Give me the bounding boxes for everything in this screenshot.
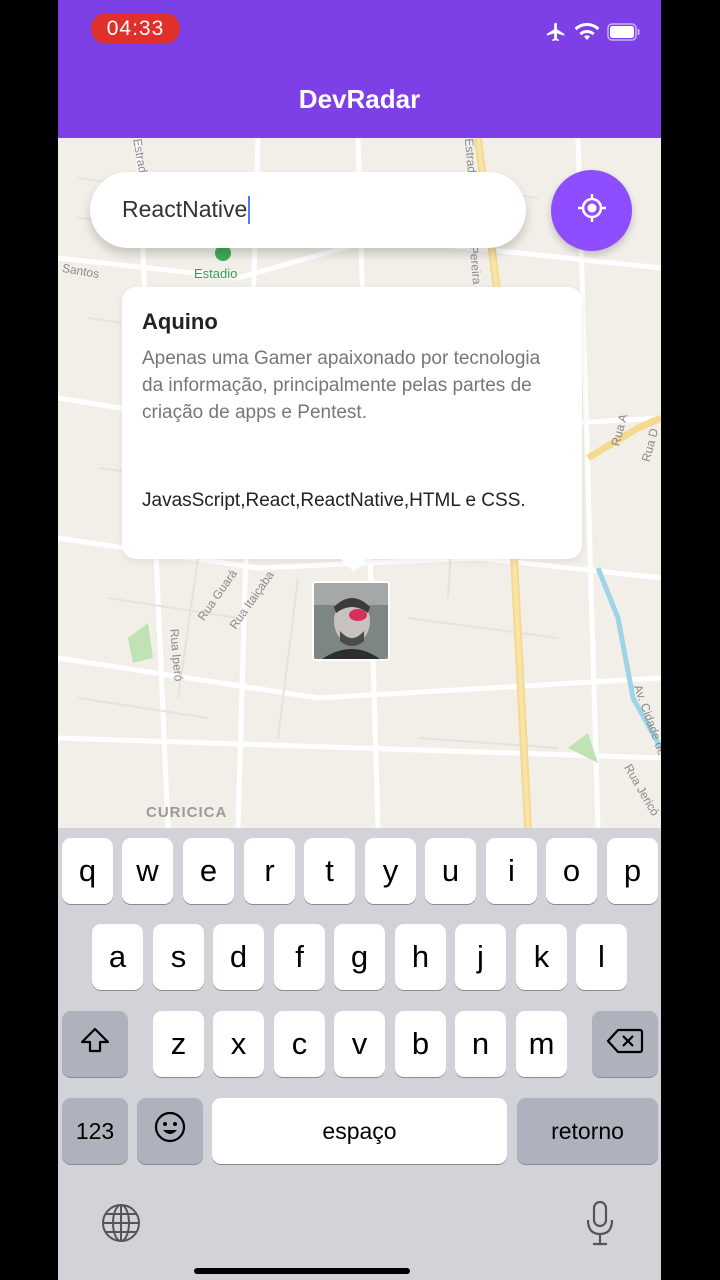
avatar: [314, 583, 388, 659]
globe-button[interactable]: [98, 1202, 144, 1248]
key-v[interactable]: v: [334, 1011, 385, 1077]
map-label-curicica: CURICICA: [146, 804, 228, 821]
globe-icon: [100, 1202, 142, 1249]
status-icons: [545, 20, 641, 48]
locate-button[interactable]: [551, 170, 632, 251]
key-m[interactable]: m: [516, 1011, 567, 1077]
key-a[interactable]: a: [92, 924, 143, 990]
key-n[interactable]: n: [455, 1011, 506, 1077]
key-w[interactable]: w: [122, 838, 173, 904]
key-h[interactable]: h: [395, 924, 446, 990]
battery-icon: [607, 22, 641, 46]
dev-bio: Apenas uma Gamer apaixonado por tecnolog…: [142, 348, 541, 423]
shift-key[interactable]: [62, 1011, 128, 1077]
locate-icon: [576, 192, 608, 229]
dev-name: Aquino: [142, 309, 218, 334]
callout-pointer: [340, 558, 368, 572]
key-g[interactable]: g: [334, 924, 385, 990]
key-c[interactable]: c: [274, 1011, 325, 1077]
emoji-key[interactable]: [137, 1098, 203, 1164]
key-y[interactable]: y: [365, 838, 416, 904]
key-s[interactable]: s: [153, 924, 204, 990]
app-header: 04:33 DevRadar: [58, 0, 661, 138]
search-input[interactable]: ReactNative: [90, 172, 526, 248]
microphone-icon: [585, 1200, 615, 1251]
text-caret: [248, 196, 251, 225]
key-t[interactable]: t: [304, 838, 355, 904]
page-title: DevRadar: [298, 84, 421, 114]
key-b[interactable]: b: [395, 1011, 446, 1077]
dev-techs: JavasScript,React,ReactNative,HTML e CSS…: [142, 490, 526, 511]
backspace-key[interactable]: [592, 1011, 658, 1077]
key-l[interactable]: l: [576, 924, 627, 990]
key-d[interactable]: d: [213, 924, 264, 990]
wifi-icon: [574, 22, 600, 47]
key-k[interactable]: k: [516, 924, 567, 990]
key-f[interactable]: f: [274, 924, 325, 990]
search-input-value[interactable]: ReactNative: [122, 196, 251, 225]
keyboard: q w e r t y u i o p a s d f g h j k l z …: [58, 828, 661, 1280]
phone-screen: Santos Estadio CURICICA Rua Guará Rua It…: [58, 0, 661, 1280]
return-key[interactable]: retorno: [517, 1098, 658, 1164]
map-label-estadio: Estadio: [194, 266, 238, 281]
key-z[interactable]: z: [153, 1011, 204, 1077]
backspace-icon: [606, 1026, 644, 1062]
key-q[interactable]: q: [62, 838, 113, 904]
airplane-icon: [545, 21, 567, 48]
key-i[interactable]: i: [486, 838, 537, 904]
space-key[interactable]: espaço: [212, 1098, 507, 1164]
numbers-key[interactable]: 123: [62, 1098, 128, 1164]
key-u[interactable]: u: [425, 838, 476, 904]
key-p[interactable]: p: [607, 838, 658, 904]
emoji-icon: [153, 1110, 187, 1152]
key-r[interactable]: r: [244, 838, 295, 904]
key-x[interactable]: x: [213, 1011, 264, 1077]
shift-icon: [79, 1026, 111, 1062]
key-o[interactable]: o: [546, 838, 597, 904]
dictation-button[interactable]: [580, 1200, 620, 1250]
status-time: 04:33: [91, 13, 180, 44]
key-j[interactable]: j: [455, 924, 506, 990]
dev-avatar-marker[interactable]: [312, 581, 390, 661]
home-indicator[interactable]: [194, 1268, 410, 1274]
dev-callout[interactable]: Aquino Apenas uma Gamer apaixonado por t…: [122, 287, 582, 559]
key-e[interactable]: e: [183, 838, 234, 904]
